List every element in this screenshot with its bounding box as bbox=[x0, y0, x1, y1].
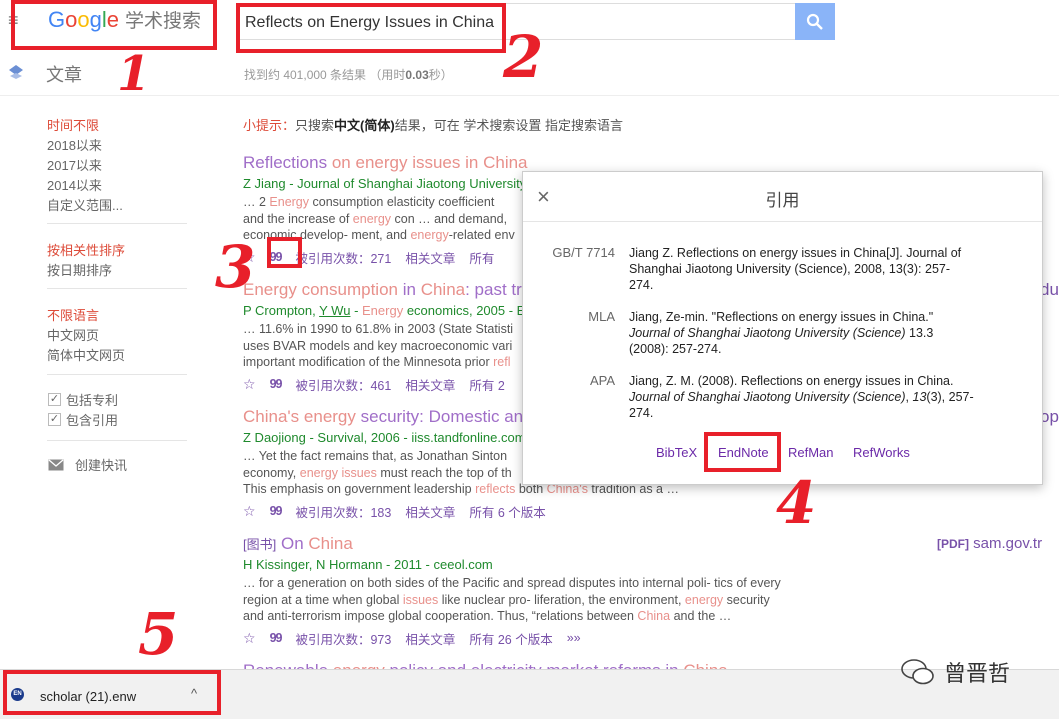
sidebar-divider bbox=[47, 288, 187, 289]
cite-quote-icon[interactable]: 99 bbox=[270, 377, 283, 391]
cite-dialog: × 引用 GB/T 7714 Jiang Z. Reflections on e… bbox=[522, 171, 1043, 485]
citation-gbt: GB/T 7714 Jiang Z. Reflections on energy… bbox=[523, 245, 1044, 293]
annotation-number-5: 5 bbox=[138, 600, 179, 668]
refworks-link[interactable]: RefWorks bbox=[853, 445, 910, 460]
annotation-box-logo bbox=[11, 0, 217, 50]
pdf-link[interactable]: [PDF] sam.gov.tr bbox=[937, 535, 1042, 552]
annotation-box-download bbox=[3, 670, 221, 715]
scholar-settings-link[interactable]: 学术搜索设置 bbox=[463, 118, 541, 133]
search-tip: 小提示：只搜索中文(简体)结果，可在 学术搜索设置 指定搜索语言 bbox=[243, 118, 623, 133]
all-versions-link[interactable]: 所有 6 个版本 bbox=[469, 502, 545, 521]
citation-apa: APA Jiang, Z. M. (2008). Reflections on … bbox=[523, 373, 1044, 421]
checkbox-checked-icon: ✓ bbox=[48, 413, 61, 426]
result-actions: ☆ 99 被引用次数：973 相关文章 所有 26 个版本 »» bbox=[243, 629, 813, 648]
filter-since-2017[interactable]: 2017以来 bbox=[47, 155, 102, 174]
dialog-title: 引用 bbox=[765, 191, 800, 210]
citation-text[interactable]: Jiang Z. Reflections on energy issues in… bbox=[629, 245, 979, 293]
cited-by-link[interactable]: 被引用次数：973 bbox=[295, 629, 391, 648]
cite-quote-icon[interactable]: 99 bbox=[270, 504, 283, 518]
annotation-number-4: 4 bbox=[776, 469, 817, 537]
cited-by-link[interactable]: 被引用次数：461 bbox=[295, 375, 391, 394]
cited-by-link[interactable]: 被引用次数：183 bbox=[295, 502, 391, 521]
search-button[interactable] bbox=[795, 3, 835, 40]
search-icon bbox=[806, 13, 823, 30]
citation-text[interactable]: Jiang, Z. M. (2008). Reflections on ener… bbox=[629, 373, 979, 421]
result-meta: H Kissinger, N Hormann - 2011 - ceeol.co… bbox=[243, 557, 493, 572]
result-snippet: … for a generation on both sides of the … bbox=[243, 576, 781, 623]
save-star-icon[interactable]: ☆ bbox=[243, 630, 256, 647]
refman-link[interactable]: RefMan bbox=[788, 445, 834, 460]
wechat-icon bbox=[901, 659, 934, 685]
filter-any-time[interactable]: 时间不限 bbox=[47, 115, 99, 134]
filter-chinese-pages[interactable]: 中文网页 bbox=[47, 325, 99, 344]
related-articles-link[interactable]: 相关文章 bbox=[405, 248, 455, 267]
citation-format-label: MLA bbox=[588, 309, 615, 324]
result-item: [图书] On China H Kissinger, N Hormann - 2… bbox=[243, 534, 813, 648]
annotation-number-2: 2 bbox=[503, 23, 544, 91]
filter-any-language[interactable]: 不限语言 bbox=[47, 305, 99, 324]
filter-since-2014[interactable]: 2014以来 bbox=[47, 175, 102, 194]
citation-mla: MLA Jiang, Ze-min. "Reflections on energ… bbox=[523, 309, 1044, 357]
filter-custom-range[interactable]: 自定义范围... bbox=[47, 195, 123, 214]
related-articles-link[interactable]: 相关文章 bbox=[405, 629, 455, 648]
filter-since-2018[interactable]: 2018以来 bbox=[47, 135, 102, 154]
citation-format-label: GB/T 7714 bbox=[552, 245, 615, 260]
sidebar-divider bbox=[47, 374, 187, 375]
result-actions: ☆ 99 被引用次数：183 相关文章 所有 6 个版本 bbox=[243, 502, 813, 521]
annotation-number-1: 1 bbox=[117, 46, 151, 102]
dialog-header: × 引用 bbox=[523, 172, 1042, 222]
result-title-link[interactable]: Reflections on energy issues in China bbox=[243, 153, 813, 173]
articles-label[interactable]: 文章 bbox=[46, 61, 82, 87]
language-link[interactable]: 指定搜索语言 bbox=[545, 118, 623, 133]
save-star-icon[interactable]: ☆ bbox=[243, 503, 256, 520]
watermark: 曾晋哲 bbox=[900, 656, 1010, 688]
cite-quote-icon[interactable]: 99 bbox=[270, 631, 283, 645]
envelope-icon bbox=[48, 459, 64, 470]
cited-by-link[interactable]: 被引用次数：271 bbox=[295, 248, 391, 267]
filter-simplified-chinese[interactable]: 简体中文网页 bbox=[47, 345, 125, 364]
all-versions-link[interactable]: 所有 2 bbox=[469, 375, 504, 394]
related-articles-link[interactable]: 相关文章 bbox=[405, 502, 455, 521]
checkbox-checked-icon: ✓ bbox=[48, 393, 61, 406]
save-star-icon[interactable]: ☆ bbox=[243, 376, 256, 393]
include-citations-checkbox[interactable]: ✓ 包含引用 bbox=[48, 410, 118, 429]
sidebar-divider bbox=[47, 223, 187, 224]
sidebar-divider bbox=[47, 440, 187, 441]
annotation-box-search bbox=[236, 3, 506, 53]
citation-text[interactable]: Jiang, Ze-min. "Reflections on energy is… bbox=[629, 309, 979, 357]
book-tag: [图书] bbox=[243, 537, 277, 552]
more-icon[interactable]: »» bbox=[567, 631, 581, 645]
bibtex-link[interactable]: BibTeX bbox=[656, 445, 697, 460]
result-stats: 找到约 401,000 条结果 （用时0.03秒） bbox=[244, 68, 453, 82]
annotation-box-endnote bbox=[704, 432, 781, 472]
all-versions-link[interactable]: 所有 26 个版本 bbox=[469, 629, 552, 648]
sort-by-date[interactable]: 按日期排序 bbox=[47, 260, 112, 279]
articles-icon bbox=[9, 65, 23, 79]
annotation-box-cite bbox=[267, 237, 302, 268]
result-title-link[interactable]: [图书] On China bbox=[243, 534, 813, 554]
header-divider bbox=[0, 95, 1059, 96]
citation-format-label: APA bbox=[589, 373, 615, 388]
related-articles-link[interactable]: 相关文章 bbox=[405, 375, 455, 394]
all-versions-link[interactable]: 所有 bbox=[469, 248, 494, 267]
sort-by-relevance[interactable]: 按相关性排序 bbox=[47, 240, 125, 259]
create-alert-link[interactable]: 创建快讯 bbox=[48, 455, 127, 474]
include-patents-checkbox[interactable]: ✓ 包括专利 bbox=[48, 390, 118, 409]
